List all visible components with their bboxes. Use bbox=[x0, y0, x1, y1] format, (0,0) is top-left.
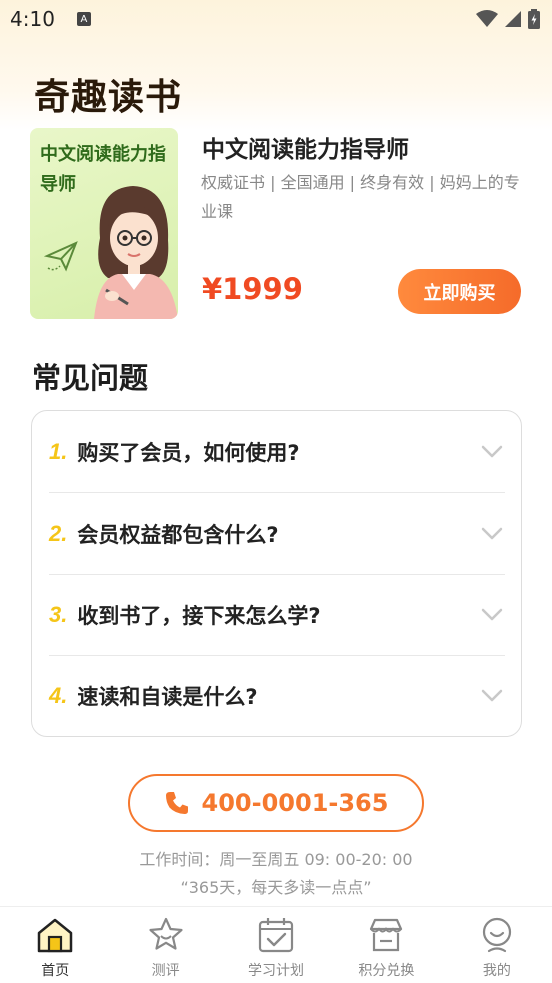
tab-points-exchange[interactable]: 积分兑换 bbox=[331, 907, 441, 983]
chevron-down-icon[interactable] bbox=[481, 445, 503, 459]
profile-icon bbox=[482, 917, 511, 953]
tab-label: 首页 bbox=[41, 963, 70, 979]
slogan: “365天，每天多读一点点” bbox=[180, 878, 372, 897]
buy-now-button[interactable]: 立即购买 bbox=[398, 269, 521, 314]
chevron-down-icon[interactable] bbox=[481, 689, 503, 703]
faq-number: 2. bbox=[49, 521, 68, 546]
tab-profile[interactable]: 我的 bbox=[442, 907, 552, 983]
faq-item[interactable]: 3. 收到书了，接下来怎么学? bbox=[49, 574, 505, 656]
chevron-down-icon[interactable] bbox=[481, 608, 503, 622]
notification-icon: A bbox=[76, 12, 91, 26]
faq-list: 1. 购买了会员，如何使用? 2. 会员权益都包含什么? 3. 收到书了，接下来… bbox=[31, 410, 522, 737]
chevron-down-icon[interactable] bbox=[481, 527, 503, 541]
tab-assessment[interactable]: 测评 bbox=[110, 907, 220, 983]
faq-item[interactable]: 4. 速读和自读是什么? bbox=[49, 655, 505, 737]
app-title: 奇趣读书 bbox=[34, 77, 183, 118]
status-time: 4:10 bbox=[10, 7, 55, 31]
faq-question: 速读和自读是什么? bbox=[77, 685, 258, 709]
signal-icon bbox=[505, 11, 521, 27]
tab-label: 学习计划 bbox=[248, 963, 305, 979]
star-icon bbox=[149, 917, 183, 950]
product-description: 权威证书 | 全国通用 | 终身有效 | 妈妈上的专业课 bbox=[201, 173, 520, 221]
status-bar: 4:10 A bbox=[0, 0, 552, 38]
tab-home[interactable]: 首页 bbox=[0, 907, 110, 983]
tab-study-plan[interactable]: 学习计划 bbox=[221, 907, 331, 983]
faq-title: 常见问题 bbox=[32, 361, 149, 395]
work-hours: 工作时间：周一至周五 09: 00-20: 00 bbox=[139, 850, 413, 869]
bottom-tab-bar: 首页 测评 学习计划 积分兑换 我的 bbox=[0, 906, 552, 983]
store-icon bbox=[370, 918, 403, 952]
paper-plane-icon bbox=[44, 241, 78, 272]
phone-icon bbox=[165, 792, 188, 814]
home-icon bbox=[37, 918, 73, 953]
tab-label: 我的 bbox=[482, 963, 511, 979]
battery-icon bbox=[528, 9, 540, 29]
phone-number: 400-0001-365 bbox=[201, 789, 389, 817]
faq-number: 3. bbox=[49, 602, 68, 627]
product-price: ¥1999 bbox=[202, 272, 303, 306]
product-cover[interactable]: 中文阅读能力指导师 bbox=[30, 128, 178, 319]
product-name[interactable]: 中文阅读能力指导师 bbox=[202, 130, 409, 164]
wifi-icon bbox=[476, 10, 498, 27]
call-hotline-button[interactable]: 400-0001-365 bbox=[128, 774, 424, 832]
tab-label: 测评 bbox=[151, 963, 180, 979]
faq-number: 4. bbox=[49, 683, 68, 708]
faq-question: 会员权益都包含什么? bbox=[77, 523, 279, 547]
teacher-avatar-illustration bbox=[94, 186, 178, 319]
faq-question: 购买了会员，如何使用? bbox=[77, 441, 300, 465]
faq-item[interactable]: 1. 购买了会员，如何使用? bbox=[49, 411, 505, 493]
product-card[interactable]: 中文阅读能力指导师 中文阅读能力指导师 权威证书 | 全国通用 | 终身有效 |… bbox=[30, 128, 522, 320]
faq-number: 1. bbox=[49, 439, 68, 464]
faq-question: 收到书了，接下来怎么学? bbox=[77, 604, 321, 628]
calendar-check-icon bbox=[258, 918, 294, 953]
tab-label: 积分兑换 bbox=[358, 963, 415, 979]
faq-item[interactable]: 2. 会员权益都包含什么? bbox=[49, 493, 505, 575]
